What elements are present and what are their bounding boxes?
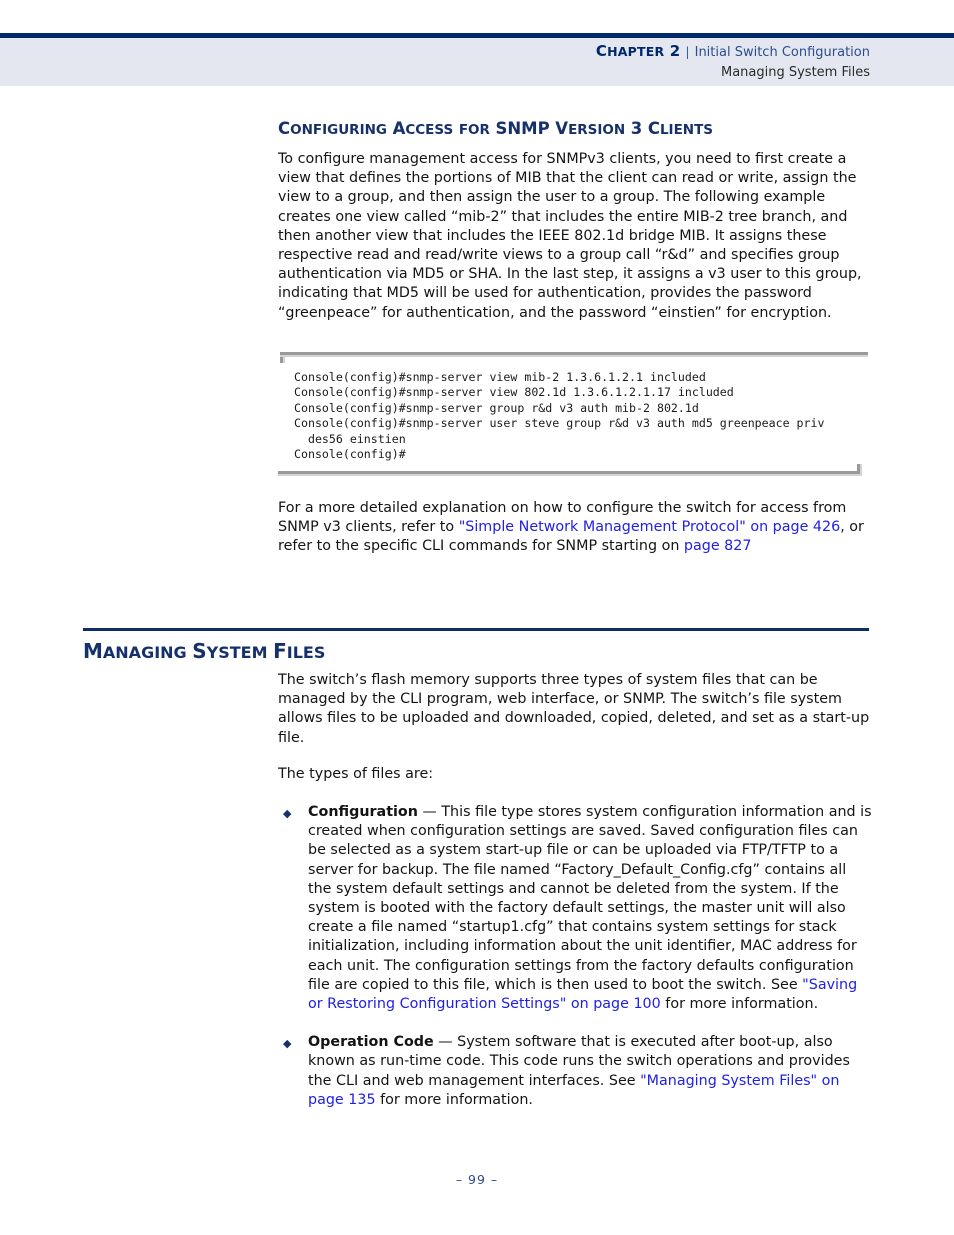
cli-example-block: Console(config)#snmp-server view mib-2 1…	[278, 352, 868, 477]
heading-managing-system-files: Managing System Files	[83, 639, 326, 663]
list-item-text: Configuration — This file type stores sy…	[308, 803, 872, 1014]
code-block-bottom-rule	[278, 464, 868, 477]
list-item-body: This file type stores system configurati…	[308, 804, 872, 993]
paragraph-snmpv3-intro: To configure management access for SNMPv…	[278, 151, 862, 321]
chapter-number: 2	[669, 42, 681, 60]
link-page-827[interactable]: page 827	[684, 538, 752, 554]
diamond-bullet-icon: ◆	[283, 1037, 292, 1051]
chapter-label-capital: C	[595, 42, 608, 60]
header-chapter-name: Initial Switch Configuration	[694, 45, 870, 60]
page-header: Chapter 2 | Initial Switch Configuration M…	[596, 42, 870, 82]
section-heading-snmpv3: Configuring Access for SNMP Version 3 Cl…	[278, 119, 714, 138]
paragraph-types-of-files: The types of files are:	[278, 766, 434, 782]
paragraph-snmpv3-reference: For a more detailed explanation on how t…	[278, 499, 874, 557]
chapter-label-rest: hapter	[607, 44, 665, 59]
code-block-bottom-bar	[278, 471, 862, 477]
page-footer: – 99 –	[0, 1172, 954, 1187]
code-block-body: Console(config)#snmp-server view mib-2 1…	[278, 358, 868, 468]
header-chapter-line: Chapter 2 | Initial Switch Configuration	[596, 42, 870, 62]
list-item-dash: —	[417, 804, 442, 820]
paragraph-flash-memory: The switch’s flash memory supports three…	[278, 672, 870, 746]
list-item: ◆ Configuration — This file type stores …	[278, 803, 872, 1014]
code-block-top-rule	[278, 352, 868, 363]
cli-code-text: Console(config)#snmp-server view mib-2 1…	[294, 370, 825, 462]
list-item-tail: for more information.	[375, 1091, 533, 1108]
header-section-name: Managing System Files	[720, 65, 870, 80]
code-block-bottom-tick	[857, 464, 862, 475]
list-item-dash: —	[433, 1034, 458, 1051]
managing-system-files-rule	[83, 628, 869, 631]
page-number: – 99 –	[455, 1172, 499, 1187]
diamond-bullet-icon: ◆	[283, 807, 292, 820]
link-simple-network-management-protocol[interactable]: "Simple Network Management Protocol" on …	[459, 519, 841, 535]
list-item-tail: for more information.	[660, 996, 819, 1013]
header-separator: |	[685, 44, 690, 59]
list-item-term: Configuration	[308, 804, 418, 820]
code-block-top-bar	[280, 352, 868, 357]
chapter-label: Chapter 2	[595, 42, 681, 60]
list-item-text: Operation Code — System software that is…	[308, 1033, 872, 1110]
list-item-term: Operation Code	[308, 1034, 434, 1051]
file-types-list: ◆ Configuration — This file type stores …	[278, 803, 872, 1129]
list-item: ◆ Operation Code — System software that …	[278, 1033, 872, 1110]
